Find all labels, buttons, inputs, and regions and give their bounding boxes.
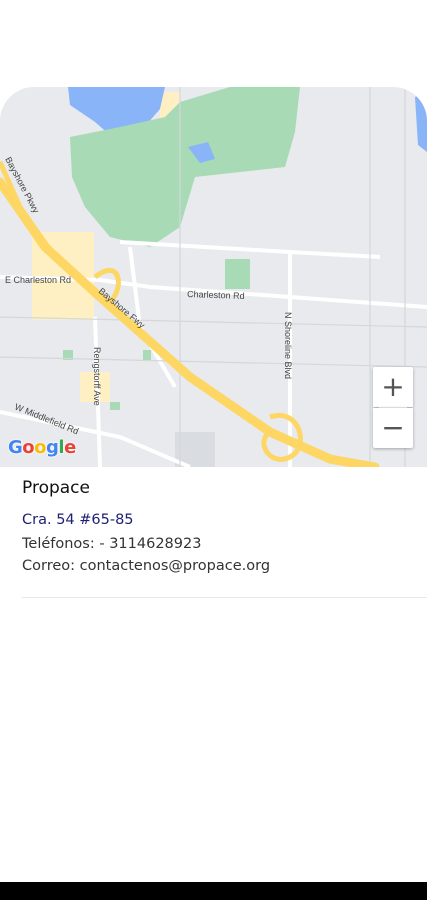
label-shoreline: N Shoreline Blvd xyxy=(283,312,293,379)
google-letter: o xyxy=(34,437,47,458)
label-middlefield: W Middlefield Rd xyxy=(13,402,80,437)
system-navigation-bar xyxy=(0,882,427,900)
label-e-charleston: E Charleston Rd xyxy=(5,275,71,285)
label-rengstorff: Rengstorff Ave xyxy=(92,347,102,406)
park-area xyxy=(143,350,151,360)
label-charleston: Charleston Rd xyxy=(187,289,245,301)
google-letter: G xyxy=(8,437,23,458)
water xyxy=(415,92,427,152)
divider xyxy=(22,597,427,598)
google-letter: e xyxy=(64,437,76,458)
google-logo[interactable]: Google xyxy=(8,437,76,458)
place-address[interactable]: Cra. 54 #65-85 xyxy=(22,512,427,528)
map-canvas[interactable]: E Charleston Rd Charleston Rd Bayshore F… xyxy=(0,87,427,467)
park-area xyxy=(110,402,120,410)
zoom-out-button[interactable]: − xyxy=(373,408,413,448)
place-email[interactable]: Correo: contactenos@propace.org xyxy=(22,558,427,574)
google-letter: o xyxy=(22,437,35,458)
plus-icon: + xyxy=(381,370,405,403)
map-view[interactable]: E Charleston Rd Charleston Rd Bayshore F… xyxy=(0,87,427,467)
place-name: Propace xyxy=(22,478,90,498)
minus-icon: − xyxy=(381,411,405,444)
place-info: Propace Cra. 54 #65-85 Teléfonos: - 3114… xyxy=(22,478,427,580)
zoom-in-button[interactable]: + xyxy=(373,367,413,407)
google-letter: g xyxy=(46,437,59,458)
park-area xyxy=(225,259,250,289)
place-phones[interactable]: Teléfonos: - 3114628923 xyxy=(22,536,427,552)
